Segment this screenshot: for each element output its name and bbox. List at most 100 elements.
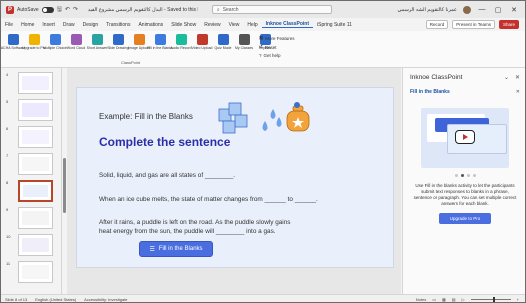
slide-thumbnail[interactable]	[18, 261, 53, 283]
ribbon-button-9[interactable]: Video Upload	[192, 34, 212, 50]
reading-view-icon[interactable]: ▤	[452, 297, 456, 302]
ribbon-button-icon	[133, 34, 145, 45]
undo-icon[interactable]: ↶	[65, 6, 70, 13]
ribbon-button-8[interactable]: Audio Record	[170, 34, 192, 50]
slideshow-icon[interactable]: ▷	[462, 297, 465, 302]
ribbon-button-label: My Classes	[234, 46, 254, 50]
ribbon-button-6[interactable]: Image Upload	[128, 34, 150, 50]
avatar[interactable]	[463, 5, 471, 14]
share-button[interactable]: Share	[498, 20, 519, 29]
record-button[interactable]: Record	[425, 20, 449, 29]
reset-label: Reset	[264, 44, 277, 50]
tab-design[interactable]: Design	[79, 22, 103, 28]
ribbon-button-0[interactable]: ACHA Software	[1, 34, 25, 50]
tab-transitions[interactable]: Transitions	[102, 22, 134, 28]
ribbon-button-2[interactable]: Multiple Choice	[43, 34, 67, 50]
slide-thumbnail[interactable]	[18, 180, 53, 202]
ribbon-button-4[interactable]: Short Answer	[87, 34, 107, 50]
panel-description: Use Fill in the blanks activity to let t…	[413, 183, 517, 206]
thumbnail-number: 8	[6, 180, 9, 185]
slide-thumbnail[interactable]	[18, 207, 53, 229]
normal-view-icon[interactable]: ▭	[432, 297, 436, 302]
tab-file[interactable]: File	[1, 22, 17, 28]
slide-thumbnail[interactable]	[18, 126, 53, 148]
accessibility-status[interactable]: Accessibility: Investigate	[80, 297, 131, 302]
thumbnail-number: 4	[6, 72, 9, 77]
redo-icon[interactable]: ↷	[73, 6, 78, 13]
fill-in-the-blanks-button[interactable]: ☰ Fill in the Blanks	[139, 241, 213, 257]
carousel-dot[interactable]	[461, 174, 464, 177]
present-in-teams-button[interactable]: Present in Teams	[452, 20, 495, 29]
ribbon-button-label: Multiple Choice	[43, 46, 67, 50]
document-title: البدل كالتقويم الرسمي مشروع الفيد - Save…	[87, 6, 198, 13]
tutorial-video-preview[interactable]	[421, 108, 509, 168]
sentence-3-part-1: After it rains, a puddle is left on the …	[99, 219, 291, 226]
carousel-dot[interactable]	[473, 174, 476, 177]
ribbon-button-7[interactable]: Fill in the Blanks	[147, 34, 173, 50]
slide-thumbnail[interactable]	[18, 99, 53, 121]
language-indicator[interactable]: English (United States)	[31, 297, 80, 302]
ribbon-button-3[interactable]: Word Cloud	[67, 34, 85, 50]
slide-thumbnail[interactable]	[18, 72, 53, 94]
thumbnail-preview	[22, 238, 49, 252]
ice-water-steam-illustration	[218, 102, 310, 134]
ribbon-button-10[interactable]: Quiz Mode	[215, 34, 231, 50]
zoom-slider[interactable]	[470, 296, 511, 302]
tab-home[interactable]: Home	[17, 22, 38, 28]
save-icon[interactable]: 🖫	[57, 5, 62, 15]
ribbon-button-label: Quiz Mode	[214, 46, 232, 50]
chevron-down-icon[interactable]: ⌄	[504, 74, 509, 81]
tab-slide-show[interactable]: Slide Show	[167, 22, 200, 28]
quick-access-toolbar: P AutoSave 🖫 ↶ ↷	[1, 5, 78, 15]
ribbon-button-icon	[112, 34, 124, 45]
reset-button[interactable]: ↺ Reset	[259, 44, 277, 50]
user-name[interactable]: عمرنا كالتقويم الشه الرسمي	[398, 7, 457, 13]
current-slide[interactable]: Example: Fill in the Blanks Complete the…	[76, 87, 394, 268]
ribbon-button-icon	[217, 34, 229, 45]
ribbon-button-1[interactable]: Upgrade to Pro	[22, 34, 46, 50]
tab-inknoe-classpoint[interactable]: Inknoe ClassPoint	[261, 21, 313, 28]
tab-help[interactable]: Help	[243, 22, 261, 28]
more-features-button[interactable]: ▦ More Features	[259, 35, 295, 41]
ribbon-button-icon	[7, 34, 19, 45]
carousel-dot[interactable]	[467, 174, 470, 177]
tab-insert[interactable]: Insert	[38, 22, 59, 28]
carousel-dot[interactable]	[455, 174, 458, 177]
classpoint-ribbon-group: ACHA Software Upgrade to Pro Multiple Choi…	[1, 34, 273, 50]
close-subpanel-icon[interactable]: ✕	[516, 89, 520, 95]
classpoint-side-panel: Inknoe ClassPoint ⌄ ✕ Fill in the Blanks…	[402, 68, 525, 294]
ribbon-button-11[interactable]: My Classes	[234, 34, 254, 50]
zoom-in-button[interactable]: +	[517, 297, 519, 302]
slide-thumbnail[interactable]	[18, 234, 53, 256]
ribbon: ACHA Software Upgrade to Pro Multiple Choi…	[1, 31, 525, 68]
notes-button[interactable]: Notes	[416, 297, 426, 302]
minimize-button[interactable]: —	[477, 6, 487, 13]
search-input[interactable]: ⌕ Search	[211, 5, 332, 14]
powerpoint-window: P AutoSave 🖫 ↶ ↷ البدل كالتقويم الرسمي م…	[0, 0, 526, 303]
close-button[interactable]: ✕	[509, 6, 519, 14]
search-placeholder: Search	[222, 6, 239, 13]
ribbon-button-5[interactable]: Slide Drawing	[107, 34, 129, 50]
tab-review[interactable]: Review	[200, 22, 224, 28]
tab-ispring-suite[interactable]: iSpring Suite 11	[313, 22, 356, 28]
ribbon-button-icon	[154, 34, 166, 45]
search-icon: ⌕	[216, 6, 220, 13]
powerpoint-logo: P	[6, 5, 14, 14]
close-icon[interactable]: ✕	[515, 74, 520, 81]
reset-icon: ↺	[259, 44, 263, 49]
carousel-dots	[455, 174, 476, 177]
fill-in-the-blanks-label: Fill in the Blanks	[158, 246, 203, 252]
status-bar: Slide 8 of 13 English (United States) Ac…	[1, 294, 525, 302]
slide-thumbnail[interactable]	[18, 153, 53, 175]
tab-animations[interactable]: Animations	[134, 22, 167, 28]
tab-view[interactable]: View	[225, 22, 244, 28]
slide-sorter-icon[interactable]: ▦	[442, 297, 446, 302]
thumbnails-scrollbar[interactable]	[63, 158, 66, 213]
tab-draw[interactable]: Draw	[59, 22, 79, 28]
autosave-toggle[interactable]	[41, 6, 54, 13]
slide-counter: Slide 8 of 13	[5, 296, 28, 302]
upgrade-to-pro-button[interactable]: Upgrade to Pro	[439, 213, 491, 224]
get-help-button[interactable]: ? Get help	[259, 53, 281, 58]
maximize-button[interactable]: ▢	[493, 6, 503, 14]
play-icon[interactable]	[455, 130, 475, 144]
